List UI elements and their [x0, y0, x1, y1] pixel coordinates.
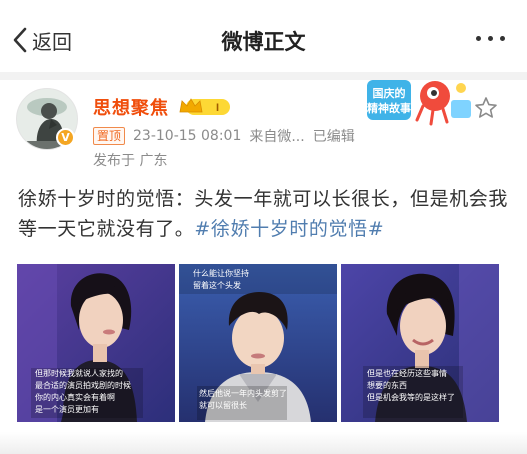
- level-badge-text: I: [216, 102, 219, 114]
- subtitle-line: 是一个演员更加有: [35, 405, 99, 414]
- promo-text-top: 国庆的: [373, 86, 406, 100]
- crown-level-icon[interactable]: I: [178, 96, 232, 118]
- subtitle-line: 想要的东西: [367, 381, 407, 390]
- post-image-2[interactable]: 什么能让你坚持 留着这个头发 然后他说一年内头发剪了 就可以留很长: [179, 264, 337, 422]
- source-label[interactable]: 来自微...: [249, 126, 304, 146]
- bottom-fade: [0, 432, 527, 454]
- subtitle-line: 但是机会我等的是这样了: [367, 393, 455, 402]
- promo-text-bottom: 精神故事: [367, 101, 411, 115]
- subtitle-line: 但那时候我就说人家找的: [35, 369, 123, 378]
- subtitle-line: 就可以留很长: [199, 401, 247, 410]
- star-icon[interactable]: [474, 96, 498, 120]
- post-text: 徐娇十岁时的觉悟：头发一年就可以长很长，但是机会我等一天它就没有了。#徐娇十岁时…: [18, 184, 512, 244]
- promo-sticker[interactable]: 国庆的 精神故事: [367, 76, 475, 126]
- post-image-1[interactable]: 但那时候我就说人家找的 最合适的演员拍戏剧的时候 你的内心真实会有着啊 是一个演…: [17, 264, 175, 422]
- post-meta: 置顶 23-10-15 08:01 来自微... 已编辑: [93, 126, 355, 146]
- top-nav-bar: 返回 微博正文: [0, 0, 527, 72]
- subtitle-line: 最合适的演员拍戏剧的时候: [35, 381, 131, 390]
- more-dots-icon[interactable]: [476, 36, 505, 41]
- location-label: 发布于 广东: [93, 153, 168, 169]
- caption-line: 留着这个头发: [193, 281, 241, 290]
- verified-badge-icon: V: [56, 128, 75, 147]
- author-name[interactable]: 思想聚焦: [93, 94, 169, 120]
- subtitle-line: 但是也在经历这些事情: [367, 369, 447, 378]
- hashtag-link[interactable]: #徐娇十岁时的觉悟#: [194, 218, 384, 240]
- post-image-3[interactable]: 但是也在经历这些事情 想要的东西 但是机会我等的是这样了: [341, 264, 499, 422]
- subtitle-line: 然后他说一年内头发剪了: [199, 389, 287, 398]
- edited-label[interactable]: 已编辑: [313, 126, 355, 146]
- caption-line: 什么能让你坚持: [193, 269, 249, 278]
- pinned-badge: 置顶: [93, 127, 126, 145]
- timestamp: 23-10-15 08:01: [133, 128, 242, 144]
- subtitle-line: 你的内心真实会有着啊: [35, 393, 115, 402]
- page-title: 微博正文: [221, 30, 306, 54]
